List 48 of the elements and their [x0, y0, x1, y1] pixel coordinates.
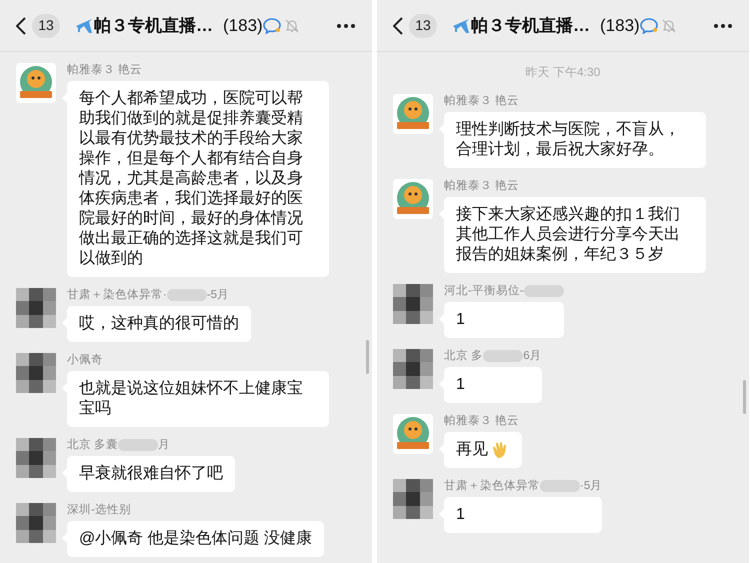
sender-name: 帕雅泰３ 艳云 [67, 63, 142, 77]
sender-name: ·5月 [580, 479, 602, 493]
sender-name: 帕雅泰３ 艳云 [444, 179, 520, 193]
blurred-avatar [393, 284, 433, 324]
message-text: 再见 [456, 440, 488, 460]
message-text: 1 [456, 310, 465, 330]
sender-name: 甘肃＋染色体异常· [67, 288, 167, 302]
member-count: (183) [600, 14, 640, 37]
sender-name: 小佩奇 [67, 353, 103, 367]
message-text: 1 [456, 505, 465, 525]
sender-name: 甘肃＋染色体异常 [444, 479, 540, 493]
blurred-avatar [16, 503, 56, 543]
message-text: @小佩奇 他是染色体问题 没健康 [79, 529, 312, 549]
timestamp: 昨天 下午4:30 [526, 64, 600, 81]
chat-bubble-icon [640, 18, 658, 34]
blurred-avatar [393, 479, 433, 519]
more-icon[interactable] [713, 22, 733, 28]
message-text: 接下来大家还感兴趣的扣１我们其他工作人员会进行分享今天出报告的姐妹案例，年纪３５岁 [456, 205, 681, 265]
message-text: 每个人都希望成功，医院可以帮助我们做到的就是促排养囊受精以最有优势最技术的手段给大家操作，但是每个人都有结合自身情况，尤其是高龄患者，以及身体疾病患者，我们选择最好的医院最好的时间，最好的身体情况做出最正确的选择这就是我们可以做到的 [79, 89, 304, 269]
chat-title: 帕３专机直播… [94, 14, 213, 37]
back-icon[interactable] [393, 16, 403, 34]
message-text: 1 [456, 375, 465, 395]
blurred-avatar [16, 353, 56, 393]
sender-name: 北京 多 [444, 349, 484, 363]
sender-name: 帕雅泰３ 艳云 [444, 94, 520, 108]
message-text: 早衰就很难自怀了吧 [79, 464, 223, 484]
unread-count[interactable]: 13 [32, 14, 60, 38]
back-icon[interactable] [16, 16, 26, 34]
sender-name: 深圳-选性别 [67, 503, 131, 517]
more-icon[interactable] [336, 22, 356, 28]
message-text: 哎，这种真的很可惜的 [79, 314, 239, 334]
sender-name: -5月 [206, 288, 230, 302]
sender-name: 帕雅泰３ 艳云 [444, 414, 520, 428]
chat-title: 帕３专机直播… [471, 14, 590, 37]
chat-bubble-icon [262, 18, 281, 34]
message-text: 也就是说这位姐妹怀不上健康宝宝吗 [79, 379, 304, 419]
scroll-bar[interactable] [743, 380, 746, 414]
sender-name: 6月 [523, 349, 542, 363]
blurred-avatar [16, 438, 56, 478]
sender-name: 北京 多囊 [67, 438, 118, 452]
sender-name: 河北-平衡易位- [444, 284, 524, 298]
unread-count[interactable]: 13 [409, 14, 437, 38]
blurred-avatar [393, 349, 433, 389]
message-text: 理性判断技术与医院，不盲从，合理计划，最后祝大家好孕。 [456, 120, 681, 160]
member-count: (183) [223, 14, 263, 37]
sender-name: 月 [158, 438, 170, 452]
blurred-avatar [16, 288, 56, 328]
scroll-bar[interactable] [366, 340, 369, 374]
